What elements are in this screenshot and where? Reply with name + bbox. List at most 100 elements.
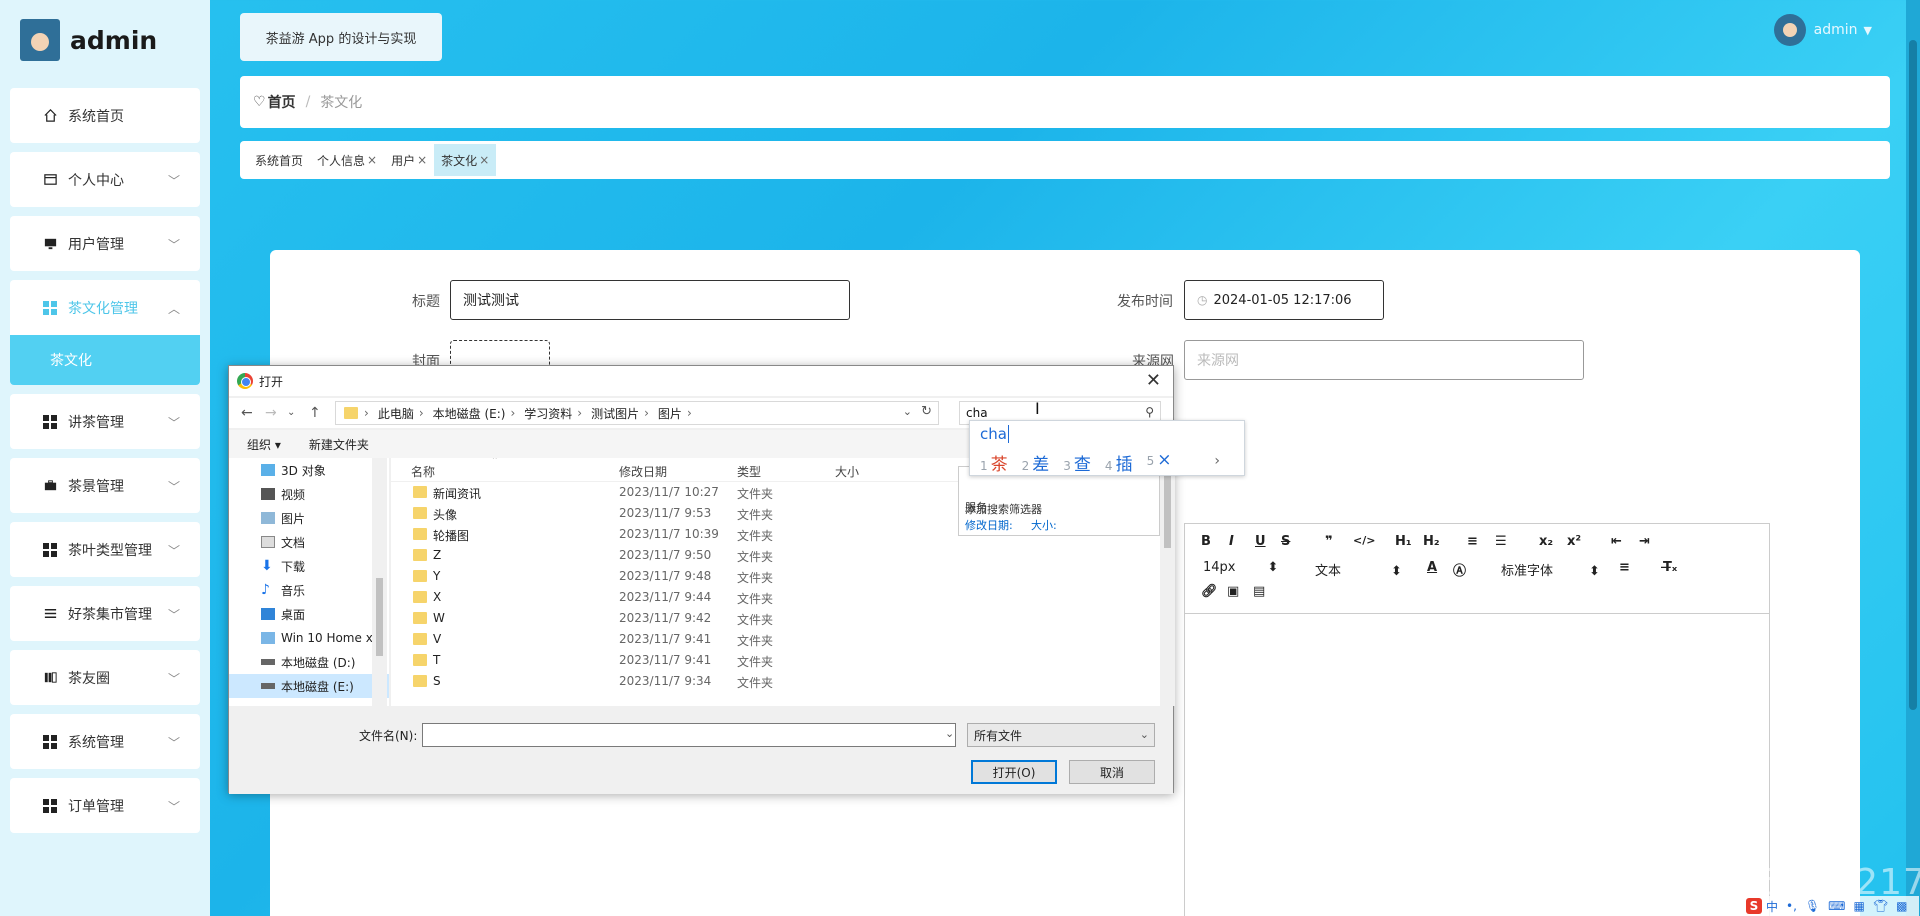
strikethrough-icon[interactable]: S bbox=[1281, 534, 1290, 549]
filename-input[interactable] bbox=[422, 723, 956, 747]
path-crumb[interactable]: 图片 bbox=[658, 405, 682, 422]
file-row[interactable]: Y 2023/11/7 9:48 文件夹 bbox=[391, 566, 1175, 587]
ordered-list-icon[interactable]: ≡ bbox=[1467, 534, 1478, 549]
filter-size[interactable]: 大小: bbox=[1031, 517, 1057, 533]
path-crumb[interactable]: 本地磁盘 (E:) bbox=[433, 405, 506, 422]
page-scrollbar[interactable] bbox=[1906, 0, 1920, 916]
code-icon[interactable]: </> bbox=[1353, 534, 1375, 547]
organize-button[interactable]: 组织 ▾ bbox=[247, 436, 281, 453]
add-filter-link[interactable]: 添加搜索筛选器 bbox=[965, 501, 1042, 517]
close-icon[interactable]: × bbox=[479, 153, 489, 167]
forward-icon[interactable]: → bbox=[265, 405, 277, 421]
publish-time-input[interactable]: ◷ 2024-01-05 12:17:06 bbox=[1184, 280, 1384, 320]
chevron-right-icon[interactable]: › bbox=[1214, 453, 1220, 469]
source-input[interactable]: 来源网 bbox=[1184, 340, 1584, 380]
nav-item[interactable]: 文档 bbox=[229, 530, 389, 554]
nav-item[interactable]: ⬇ 下载 bbox=[229, 554, 389, 578]
underline-icon[interactable]: U bbox=[1255, 534, 1266, 549]
grid-menu-icon[interactable]: ▩ bbox=[1896, 899, 1907, 913]
sidebar-item-home[interactable]: 系统首页 bbox=[10, 88, 200, 143]
align-icon[interactable]: ≡ bbox=[1619, 560, 1630, 575]
path-crumb[interactable]: 此电脑 bbox=[378, 405, 414, 422]
ime-candidate[interactable]: 1茶 bbox=[980, 450, 1008, 475]
file-row[interactable]: V 2023/11/7 9:41 文件夹 bbox=[391, 629, 1175, 650]
file-row[interactable]: T 2023/11/7 9:41 文件夹 bbox=[391, 650, 1175, 671]
tag-user[interactable]: 用户 × bbox=[384, 144, 434, 176]
file-row[interactable]: S 2023/11/7 9:34 文件夹 bbox=[391, 671, 1175, 692]
close-icon[interactable]: ✕ bbox=[1146, 370, 1161, 391]
refresh-icon[interactable]: ↻ bbox=[921, 404, 932, 419]
sidebar-item-system-management[interactable]: 系统管理 ﹀ bbox=[10, 714, 200, 769]
ime-candidate[interactable]: 2差 bbox=[1022, 450, 1050, 475]
microphone-icon[interactable]: 🎙︎ bbox=[1805, 899, 1820, 913]
sidebar-item-order-management[interactable]: 订单管理 ﹀ bbox=[10, 778, 200, 833]
nav-item[interactable]: Win 10 Home x bbox=[229, 626, 389, 650]
background-color-icon[interactable]: Ⓐ bbox=[1453, 560, 1466, 579]
ime-candidate[interactable]: 5 × bbox=[1147, 450, 1172, 475]
column-type[interactable]: 类型 bbox=[737, 463, 761, 480]
filter-modified-date[interactable]: 修改日期: bbox=[965, 517, 1013, 533]
font-color-icon[interactable]: A bbox=[1427, 560, 1437, 575]
sidebar-item-user-management[interactable]: 用户管理 ﹀ bbox=[10, 216, 200, 271]
nav-item[interactable]: 桌面 bbox=[229, 602, 389, 626]
image-icon[interactable]: ▣ bbox=[1227, 584, 1239, 599]
nav-item[interactable]: 本地磁盘 (D:) bbox=[229, 650, 389, 674]
heading2-icon[interactable]: H₂ bbox=[1423, 534, 1440, 549]
nav-item[interactable]: ♪ 音乐 bbox=[229, 578, 389, 602]
tag-home[interactable]: 系统首页 bbox=[248, 144, 310, 176]
sidebar-item-personal-center[interactable]: 个人中心 ﹀ bbox=[10, 152, 200, 207]
superscript-icon[interactable]: x² bbox=[1567, 534, 1581, 549]
font-family-select[interactable]: 标准字体 ⬍ bbox=[1501, 560, 1600, 579]
filetype-select[interactable]: 所有文件 ⌄ bbox=[967, 723, 1155, 747]
sidebar-item-tea-friends[interactable]: 茶友圈 ﹀ bbox=[10, 650, 200, 705]
clear-format-icon[interactable]: T̶ₓ bbox=[1663, 560, 1677, 575]
rich-text-editor[interactable]: B I U S ❞ </> H₁ H₂ ≡ ☰ x₂ x² ⇤ ⇥ 14px ⬍ … bbox=[1184, 523, 1770, 916]
bold-icon[interactable]: B bbox=[1201, 534, 1211, 549]
sidebar-item-tea-talk[interactable]: 讲茶管理 ﹀ bbox=[10, 394, 200, 449]
ime-punctuation[interactable]: •, bbox=[1786, 899, 1797, 913]
toolbox-icon[interactable]: ▦ bbox=[1853, 899, 1864, 913]
path-crumb[interactable]: 学习资料 bbox=[524, 405, 572, 422]
ime-language[interactable]: 中 bbox=[1766, 898, 1778, 915]
ime-candidate[interactable]: 4插 bbox=[1105, 450, 1133, 475]
link-icon[interactable]: 🔗︎ bbox=[1201, 584, 1218, 599]
up-icon[interactable]: ↑ bbox=[309, 405, 321, 421]
sidebar-item-tea-type[interactable]: 茶叶类型管理 ﹀ bbox=[10, 522, 200, 577]
nav-item-selected[interactable]: 本地磁盘 (E:) bbox=[229, 674, 389, 698]
sidebar-item-tea-market[interactable]: 好茶集市管理 ﹀ bbox=[10, 586, 200, 641]
skin-icon[interactable]: 👕︎ bbox=[1873, 899, 1888, 913]
new-folder-button[interactable]: 新建文件夹 bbox=[309, 436, 369, 453]
recent-dropdown-icon[interactable]: ⌄ bbox=[287, 407, 295, 418]
file-list-scrollbar[interactable] bbox=[1160, 458, 1175, 706]
bullet-list-icon[interactable]: ☰ bbox=[1495, 534, 1507, 549]
file-row[interactable]: X 2023/11/7 9:44 文件夹 bbox=[391, 587, 1175, 608]
tag-personal-info[interactable]: 个人信息 × bbox=[310, 144, 384, 176]
address-bar[interactable]: › 此电脑 › 本地磁盘 (E:) › 学习资料 › 测试图片 › 图片 › ⌄ ↻ bbox=[335, 401, 939, 425]
file-row[interactable]: W 2023/11/7 9:42 文件夹 bbox=[391, 608, 1175, 629]
nav-scrollbar[interactable] bbox=[372, 458, 387, 706]
breadcrumb-home[interactable]: 首页 bbox=[268, 92, 296, 112]
nav-item[interactable]: 3D 对象 bbox=[229, 458, 389, 482]
ime-candidate[interactable]: 3查 bbox=[1063, 450, 1091, 475]
nav-item[interactable]: 视频 bbox=[229, 482, 389, 506]
open-button[interactable]: 打开(O) bbox=[971, 760, 1057, 784]
path-crumb[interactable]: 测试图片 bbox=[591, 405, 639, 422]
close-icon[interactable]: × bbox=[417, 153, 427, 167]
quote-icon[interactable]: ❞ bbox=[1325, 534, 1333, 549]
sidebar-item-tea-scenery[interactable]: 茶景管理 ﹀ bbox=[10, 458, 200, 513]
italic-icon[interactable]: I bbox=[1229, 534, 1234, 549]
sidebar-item-tea-culture-management[interactable]: 茶文化管理 ︿ bbox=[10, 280, 200, 335]
video-icon[interactable]: ▤ bbox=[1253, 584, 1265, 599]
title-input[interactable]: 测试测试 bbox=[450, 280, 850, 320]
cancel-button[interactable]: 取消 bbox=[1069, 760, 1155, 784]
chevron-down-icon[interactable]: ⌄ bbox=[903, 405, 912, 418]
indent-increase-icon[interactable]: ⇥ bbox=[1639, 534, 1650, 549]
user-menu[interactable]: admin ▼ bbox=[1773, 14, 1872, 46]
indent-decrease-icon[interactable]: ⇤ bbox=[1611, 534, 1622, 549]
column-name[interactable]: 名称 bbox=[411, 463, 435, 480]
keyboard-icon[interactable]: ⌨ bbox=[1828, 899, 1845, 913]
close-icon[interactable]: × bbox=[367, 153, 377, 167]
block-type-select[interactable]: 文本 ⬍ bbox=[1315, 560, 1402, 579]
tag-tea-culture[interactable]: 茶文化 × bbox=[434, 144, 497, 176]
font-size-select[interactable]: 14px ⬍ bbox=[1203, 560, 1278, 575]
